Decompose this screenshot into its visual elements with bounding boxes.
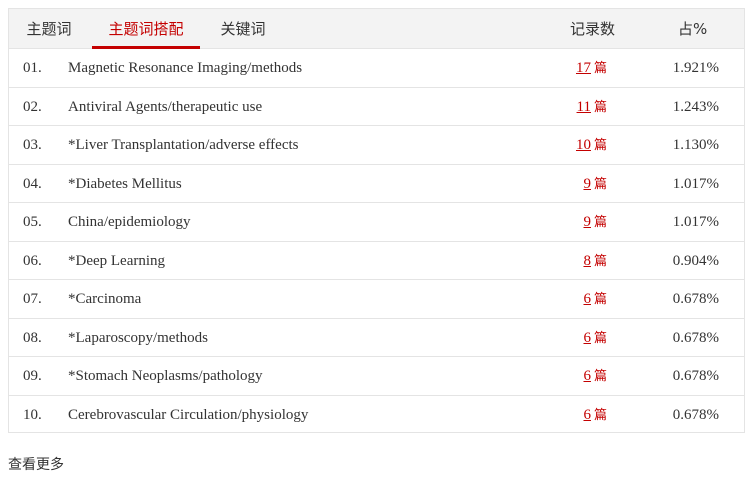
record-count-link[interactable]: 6 [583,291,591,307]
record-count-link[interactable]: 6 [583,407,591,423]
record-count-link[interactable]: 6 [583,368,591,384]
term-label: *Liver Transplantation/adverse effects [68,137,299,153]
record-count: 6篇 [583,280,607,319]
percent-value: 1.130% [672,137,719,153]
record-count: 8篇 [583,242,607,281]
percent-value: 0.678% [672,368,719,384]
row-number: 01. [23,60,42,76]
term-label: *Carcinoma [68,291,142,307]
percent-value: 1.017% [672,214,719,230]
row-number: 09. [23,368,42,384]
table-row: 06. *Deep Learning 8 篇 0.904% [9,242,744,281]
table-row: 07. *Carcinoma 6 篇 0.678% [9,280,744,319]
count-unit: 篇 [593,369,607,384]
record-count: 9篇 [583,203,607,242]
row-number: 07. [23,291,42,307]
row-number: 03. [23,137,42,153]
percent-value: 1.017% [672,175,719,192]
record-count-link[interactable]: 8 [583,253,591,269]
term-label: Cerebrovascular Circulation/physiology [68,406,309,423]
record-count-link[interactable]: 17 [576,60,591,76]
term-label: *Deep Learning [68,252,166,269]
keyword-stats-panel: 主题词 主题词搭配 关键词 记录数 占% 01. Magnetic Resonan… [8,8,745,433]
table-row: 04. *Diabetes Mellitus 9 篇 1.017% [9,165,744,204]
row-number: 06. [23,252,42,269]
table-row: 08. *Laparoscopy/methods 6 篇 0.678% [9,319,744,358]
row-number: 05. [23,214,42,230]
count-unit: 篇 [593,99,607,115]
record-count: 11 篇 [577,88,607,127]
row-number: 04. [23,175,42,192]
record-count: 17 篇 [576,49,607,88]
tab-keywords[interactable]: 关键词 [219,9,267,48]
record-count: 10 篇 [576,126,607,165]
percent-value: 0.678% [672,291,719,307]
record-count: 6篇 [583,319,607,358]
record-count-link[interactable]: 9 [583,214,591,230]
percent-header: 占% [678,20,708,38]
percent-value: 1.243% [672,98,719,115]
percent-value: 0.678% [672,406,719,423]
row-number: 08. [23,329,42,346]
count-unit: 篇 [593,330,607,346]
percent-value: 0.678% [672,329,719,346]
record-count-link[interactable]: 11 [577,99,591,115]
term-label: Magnetic Resonance Imaging/methods [68,60,303,76]
row-number: 10. [23,406,42,423]
count-unit: 篇 [593,138,607,153]
table-row: 03. *Liver Transplantation/adverse effect… [9,126,744,165]
table-row: 10. Cerebrovascular Circulation/physiolog… [9,396,744,435]
tab-subject-terms[interactable]: 主题词 [25,9,73,48]
count-unit: 篇 [593,407,607,423]
percent-value: 1.921% [672,60,719,76]
record-count-link[interactable]: 9 [583,176,591,192]
term-label: *Laparoscopy/methods [68,329,208,346]
record-count: 9篇 [583,165,607,204]
count-unit: 篇 [593,215,607,230]
table-row: 09. *Stomach Neoplasms/pathology 6 篇 0.678% [9,357,744,396]
view-more-link[interactable]: 查看更多 [8,454,64,474]
record-count: 6篇 [583,396,607,435]
row-number: 02. [23,98,42,115]
tab-subject-term-pairs[interactable]: 主题词搭配 [92,9,200,49]
percent-value: 0.904% [672,252,719,269]
count-unit: 篇 [593,292,607,307]
count-unit: 篇 [593,61,607,76]
term-label: *Stomach Neoplasms/pathology [68,368,263,384]
record-count: 6篇 [583,357,607,396]
term-label: Antiviral Agents/therapeutic use [68,98,263,115]
terms-list: 01. Magnetic Resonance Imaging/methods 17 篇… [9,49,744,434]
record-count-link[interactable]: 6 [583,330,591,346]
table-row: 02. Antiviral Agents/therapeutic use 11 篇 1.… [9,88,744,127]
count-unit: 篇 [593,253,607,269]
term-label: *Diabetes Mellitus [68,175,182,192]
table-row: 05. China/epidemiology 9 篇 1.017% [9,203,744,242]
term-label: China/epidemiology [68,214,191,230]
count-unit: 篇 [593,176,607,192]
record-count-link[interactable]: 10 [576,137,591,153]
panel-header: 主题词 主题词搭配 关键词 记录数 占% [9,9,744,49]
table-row: 01. Magnetic Resonance Imaging/methods 17 篇… [9,49,744,88]
record-count-header: 记录数 [570,20,616,38]
